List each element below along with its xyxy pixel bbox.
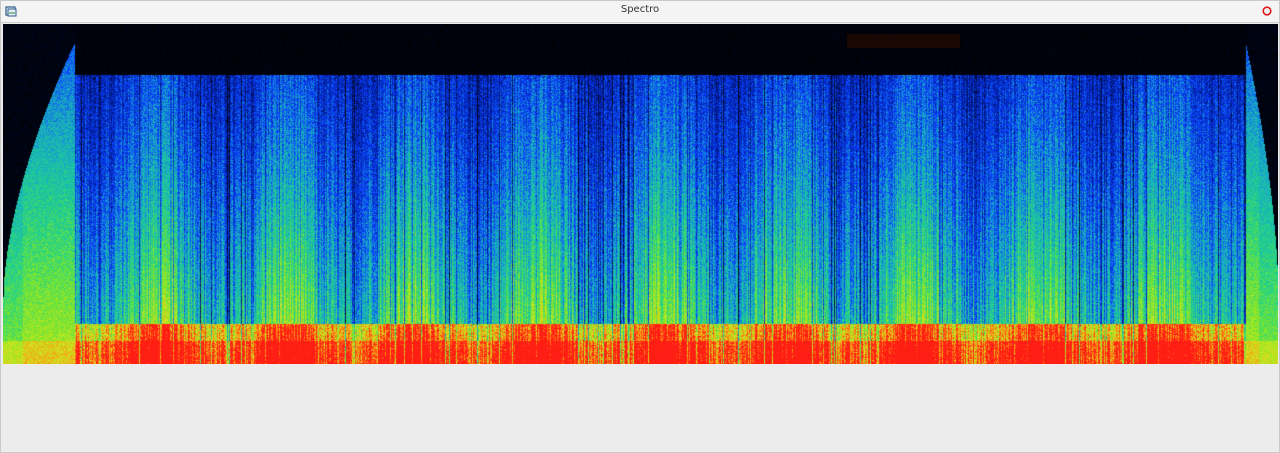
spectrogram-canvas[interactable] <box>3 24 1278 364</box>
title-bar[interactable]: Spectro <box>1 1 1279 23</box>
close-circle-icon[interactable] <box>1262 6 1272 16</box>
spectrogram-view[interactable] <box>3 24 1278 364</box>
bottom-panel <box>1 365 1279 452</box>
window-title: Spectro <box>620 4 660 15</box>
spectro-window: Spectro <box>0 0 1280 453</box>
spectrogram-overlay-label <box>847 34 960 48</box>
